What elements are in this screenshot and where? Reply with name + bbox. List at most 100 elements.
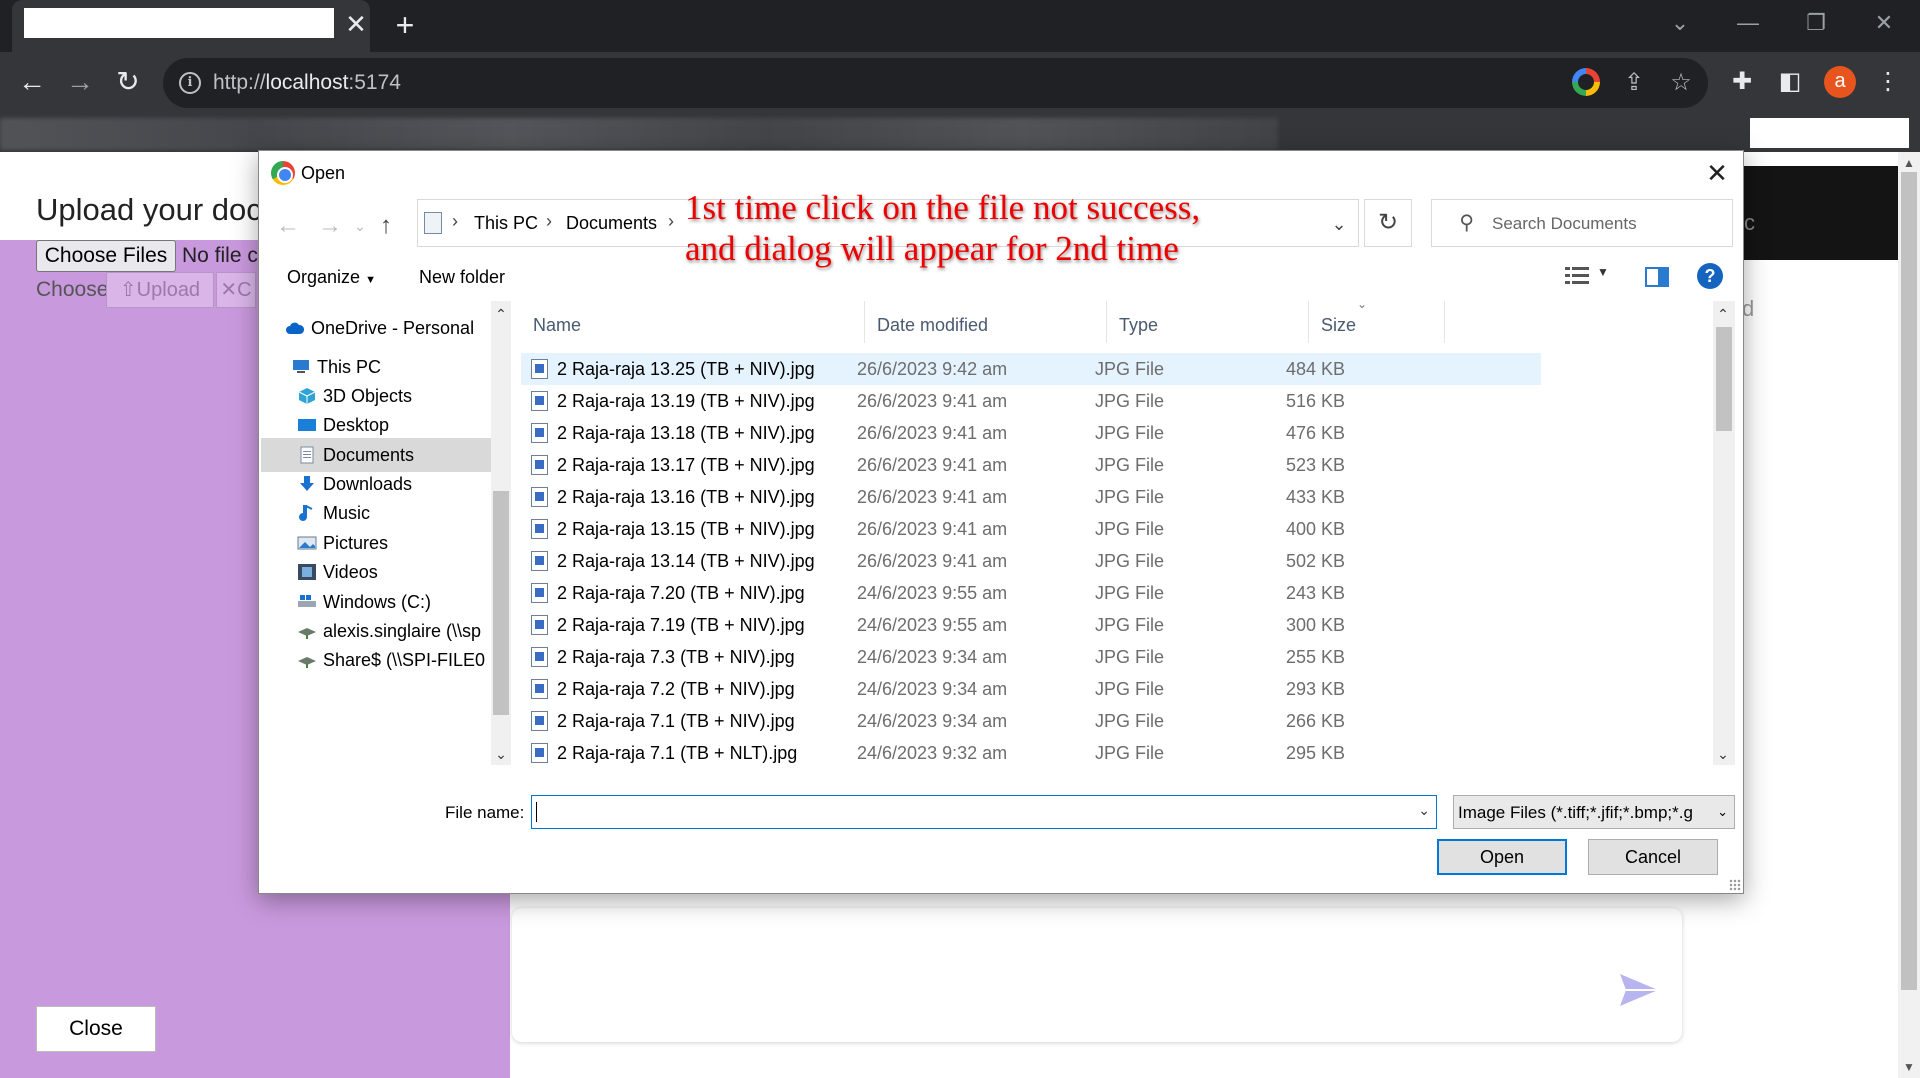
- file-size: 266 KB: [1285, 711, 1345, 731]
- organize-menu[interactable]: Organize ▼: [287, 267, 376, 288]
- browser-toolbar: ← → ↻ i http://localhost:5174 ⇪ ☆ ✚ ◧ a …: [0, 52, 1920, 112]
- list-scroll-up-icon[interactable]: ⌃: [1713, 305, 1733, 323]
- google-lens-icon[interactable]: [1572, 68, 1600, 96]
- file-row[interactable]: 2 Raja-raja 7.3 (TB + NIV).jpg 24/6/2023 …: [521, 641, 1541, 673]
- search-box[interactable]: ⚲ Search Documents: [1431, 199, 1733, 247]
- column-header-date-modified[interactable]: Date modified: [865, 301, 1107, 343]
- open-button[interactable]: Open: [1437, 839, 1567, 875]
- file-name: 2 Raja-raja 7.3 (TB + NIV).jpg: [557, 647, 795, 667]
- clear-button[interactable]: ✕C: [216, 272, 256, 308]
- file-name: 2 Raja-raja 7.20 (TB + NIV).jpg: [557, 583, 805, 603]
- page-scrollbar[interactable]: ▲ ▼: [1898, 152, 1920, 1078]
- file-date-modified: 24/6/2023 9:34 am: [857, 679, 1008, 699]
- message-input[interactable]: [512, 908, 1682, 1042]
- file-name-input[interactable]: ⌄: [531, 795, 1437, 829]
- breadcrumb-chevron-icon[interactable]: ›: [668, 211, 674, 232]
- nav-item[interactable]: Music: [261, 496, 491, 530]
- reload-icon[interactable]: ↻: [110, 64, 146, 100]
- new-tab-button[interactable]: +: [388, 8, 422, 42]
- file-row[interactable]: 2 Raja-raja 7.2 (TB + NIV).jpg 24/6/2023 …: [521, 673, 1541, 705]
- file-row[interactable]: 2 Raja-raja 7.19 (TB + NIV).jpg 24/6/2023…: [521, 609, 1541, 641]
- scroll-thumb[interactable]: [1901, 172, 1917, 990]
- open-file-dialog: Open ✕ ← → ⌄ ↑ › This PC › Documents › ⌄…: [258, 150, 1744, 894]
- nav-item-label: 3D Objects: [323, 386, 413, 406]
- refresh-icon[interactable]: ↻: [1364, 199, 1412, 247]
- share-icon[interactable]: ⇪: [1619, 68, 1649, 98]
- column-header-type[interactable]: Type: [1107, 301, 1309, 343]
- upload-button[interactable]: ⇧Upload: [106, 272, 214, 308]
- choose-files-button[interactable]: Choose Files: [36, 240, 176, 272]
- tab-close-icon[interactable]: ✕: [344, 10, 368, 38]
- breadcrumb-documents[interactable]: Documents: [566, 213, 657, 234]
- nav-item-label: Music: [323, 503, 371, 523]
- column-header-name[interactable]: Name: [521, 301, 865, 343]
- nav-item-label: Pictures: [323, 533, 389, 553]
- browser-tab[interactable]: ✕: [12, 0, 370, 52]
- bookmark-star-icon[interactable]: ☆: [1666, 68, 1696, 98]
- scroll-down-icon[interactable]: ▼: [1898, 1058, 1920, 1076]
- file-row[interactable]: 2 Raja-raja 13.25 (TB + NIV).jpg 26/6/202…: [521, 353, 1541, 385]
- image-file-icon: [531, 583, 548, 603]
- file-row[interactable]: 2 Raja-raja 13.19 (TB + NIV).jpg 26/6/202…: [521, 385, 1541, 417]
- profile-avatar[interactable]: a: [1824, 66, 1856, 98]
- nav-item[interactable]: Videos: [261, 555, 491, 589]
- tab-search-icon[interactable]: ⌄: [1660, 6, 1700, 40]
- file-name-dropdown-icon[interactable]: ⌄: [1418, 802, 1430, 819]
- videos-icon: [297, 563, 317, 581]
- breadcrumb-chevron-icon[interactable]: ›: [546, 211, 552, 232]
- organize-label: Organize: [287, 267, 361, 287]
- file-row[interactable]: 2 Raja-raja 13.18 (TB + NIV).jpg 26/6/202…: [521, 417, 1541, 449]
- file-list-scrollbar[interactable]: ⌃ ⌄: [1713, 301, 1735, 765]
- restore-icon[interactable]: ❐: [1796, 6, 1836, 40]
- send-icon[interactable]: [1618, 972, 1660, 1008]
- view-details-icon[interactable]: [1565, 265, 1589, 287]
- tab-title: [24, 8, 334, 38]
- address-bar[interactable]: i http://localhost:5174 ⇪ ☆: [163, 58, 1708, 108]
- file-row[interactable]: 2 Raja-raja 13.16 (TB + NIV).jpg 26/6/202…: [521, 481, 1541, 513]
- window-close-icon[interactable]: ✕: [1864, 6, 1904, 40]
- dialog-back-icon[interactable]: ←: [273, 211, 303, 241]
- new-folder-button[interactable]: New folder: [419, 267, 505, 288]
- back-icon[interactable]: ←: [14, 64, 50, 100]
- nav-item[interactable]: Share$ (\\SPI-FILE0: [261, 643, 491, 677]
- navigation-pane: OneDrive - Personal This PC 3D Objects Desk…: [261, 301, 497, 765]
- file-row[interactable]: 2 Raja-raja 7.1 (TB + NLT).jpg 24/6/2023 …: [521, 737, 1541, 765]
- column-header-size[interactable]: Size: [1309, 301, 1445, 343]
- view-dropdown-icon[interactable]: ▼: [1597, 265, 1609, 279]
- image-file-icon: [531, 359, 548, 379]
- resize-grip-icon[interactable]: [1729, 879, 1741, 891]
- address-dropdown-icon[interactable]: ⌄: [1324, 210, 1354, 238]
- help-icon[interactable]: ?: [1697, 263, 1723, 289]
- file-row[interactable]: 2 Raja-raja 13.15 (TB + NIV).jpg 26/6/202…: [521, 513, 1541, 545]
- file-row[interactable]: 2 Raja-raja 13.17 (TB + NIV).jpg 26/6/202…: [521, 449, 1541, 481]
- nav-scroll-down-icon[interactable]: ⌄: [491, 745, 511, 763]
- nav-scroll-thumb[interactable]: [493, 491, 509, 715]
- scroll-up-icon[interactable]: ▲: [1898, 154, 1920, 172]
- nav-item[interactable]: Desktop: [261, 408, 491, 442]
- file-type: JPG File: [1095, 391, 1165, 411]
- nav-item-label: Documents: [323, 445, 415, 465]
- cancel-button[interactable]: Cancel: [1588, 839, 1718, 875]
- list-scroll-down-icon[interactable]: ⌄: [1713, 745, 1733, 763]
- file-row[interactable]: 2 Raja-raja 7.1 (TB + NIV).jpg 24/6/2023 …: [521, 705, 1541, 737]
- navigation-scrollbar[interactable]: ⌃ ⌄: [491, 301, 511, 765]
- up-folder-icon[interactable]: ↑: [371, 211, 401, 241]
- list-scroll-thumb[interactable]: [1716, 327, 1732, 431]
- file-type-filter[interactable]: Image Files (*.tiff;*.jfif;*.bmp;*.g ⌄: [1453, 795, 1735, 829]
- breadcrumb-this-pc[interactable]: This PC: [474, 213, 538, 234]
- close-button[interactable]: Close: [36, 1006, 156, 1052]
- breadcrumb-chevron-icon[interactable]: ›: [452, 211, 458, 232]
- forward-icon[interactable]: →: [62, 64, 98, 100]
- preview-pane-icon[interactable]: [1645, 267, 1669, 287]
- side-panel-icon[interactable]: ◧: [1772, 64, 1808, 100]
- dialog-close-icon[interactable]: ✕: [1695, 155, 1739, 191]
- file-row[interactable]: 2 Raja-raja 7.20 (TB + NIV).jpg 24/6/2023…: [521, 577, 1541, 609]
- site-info-icon[interactable]: i: [179, 72, 201, 94]
- extensions-icon[interactable]: ✚: [1724, 64, 1760, 100]
- dialog-forward-icon[interactable]: →: [315, 211, 345, 241]
- minimize-icon[interactable]: —: [1728, 6, 1768, 40]
- nav-item[interactable]: OneDrive - Personal: [261, 311, 491, 345]
- menu-icon[interactable]: ⋮: [1870, 64, 1906, 100]
- file-row[interactable]: 2 Raja-raja 13.14 (TB + NIV).jpg 26/6/202…: [521, 545, 1541, 577]
- nav-scroll-up-icon[interactable]: ⌃: [491, 305, 511, 323]
